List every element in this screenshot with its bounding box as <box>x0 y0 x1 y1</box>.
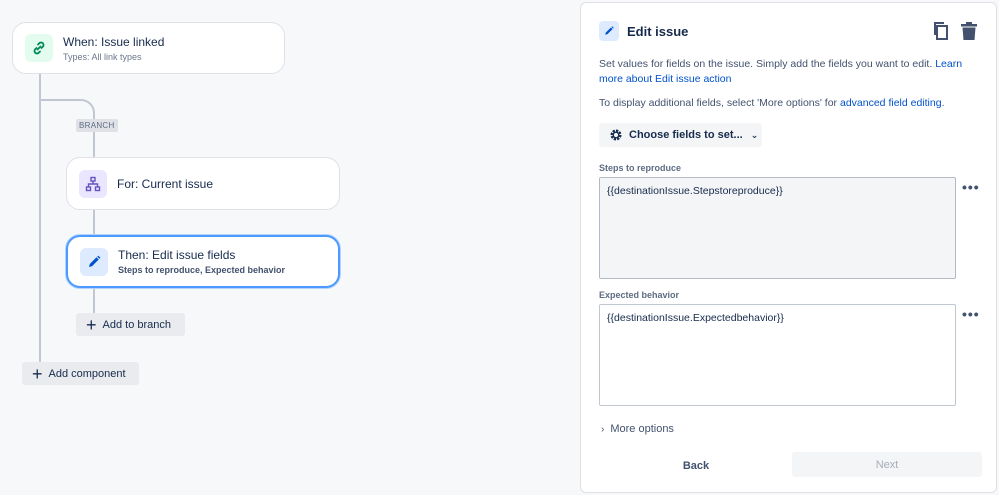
choose-fields-button[interactable]: Choose fields to set... ⌄ <box>599 123 762 147</box>
branch-tail-line <box>93 287 95 314</box>
copy-icon[interactable] <box>932 21 950 46</box>
trigger-node[interactable]: When: Issue linked Types: All link types <box>12 22 285 74</box>
additional-text: To display additional fields, select 'Mo… <box>599 97 838 109</box>
add-component-label: Add component <box>48 367 126 380</box>
plus-icon: + <box>86 314 97 335</box>
add-component-button[interactable]: + Add component <box>22 362 139 385</box>
link-icon <box>25 34 53 62</box>
action-subtitle: Steps to reproduce, Expected behavior <box>118 265 286 275</box>
advanced-field-editing-link[interactable]: advanced field editing <box>840 97 942 109</box>
branch-connector-line <box>93 209 95 237</box>
chevron-down-icon: ⌄ <box>750 129 759 140</box>
action-node[interactable]: Then: Edit issue fields Steps to reprodu… <box>66 235 340 288</box>
more-actions-icon[interactable]: ••• <box>962 179 980 195</box>
add-to-branch-button[interactable]: + Add to branch <box>76 313 185 336</box>
trigger-title: When: Issue linked <box>63 34 165 49</box>
rule-canvas: When: Issue linked Types: All link types… <box>0 0 580 495</box>
pencil-icon <box>80 247 108 276</box>
next-button[interactable]: Next <box>792 452 982 477</box>
back-button[interactable]: Back <box>661 454 731 478</box>
gear-icon <box>609 128 623 142</box>
advanced-info: To display additional fields, select 'Mo… <box>599 97 979 109</box>
steps-to-reproduce-field[interactable]: {{destinationIssue.Stepstoreproduce}} <box>599 177 956 279</box>
edit-issue-panel: Edit issue Set values for fields on the … <box>580 2 997 493</box>
action-title: Then: Edit issue fields <box>118 248 236 262</box>
branch-icon <box>79 169 107 198</box>
panel-title: Edit issue <box>627 23 689 39</box>
plus-icon: + <box>32 363 43 384</box>
steps-to-reproduce-label: Steps to reproduce <box>599 163 682 173</box>
more-options-label: More options <box>610 423 674 435</box>
branch-title: For: Current issue <box>117 176 214 191</box>
branch-badge: BRANCH <box>76 119 118 132</box>
expected-behavior-label: Expected behavior <box>599 290 680 300</box>
choose-fields-label: Choose fields to set... <box>629 129 743 141</box>
expected-behavior-field[interactable]: {{destinationIssue.Expectedbehavior}} <box>599 304 956 406</box>
more-options-toggle[interactable]: › More options <box>601 423 674 435</box>
chevron-right-icon: › <box>601 423 605 435</box>
pencil-icon <box>599 21 619 41</box>
add-to-branch-label: Add to branch <box>102 318 172 331</box>
more-actions-icon[interactable]: ••• <box>962 306 980 322</box>
description-text: Set values for fields on the issue. Simp… <box>599 58 933 70</box>
branch-node[interactable]: For: Current issue <box>66 157 340 210</box>
panel-description: Set values for fields on the issue. Simp… <box>599 57 979 87</box>
trigger-subtitle: Types: All link types <box>63 51 142 62</box>
advanced-suffix: . <box>941 97 945 109</box>
trash-icon[interactable] <box>960 21 978 46</box>
